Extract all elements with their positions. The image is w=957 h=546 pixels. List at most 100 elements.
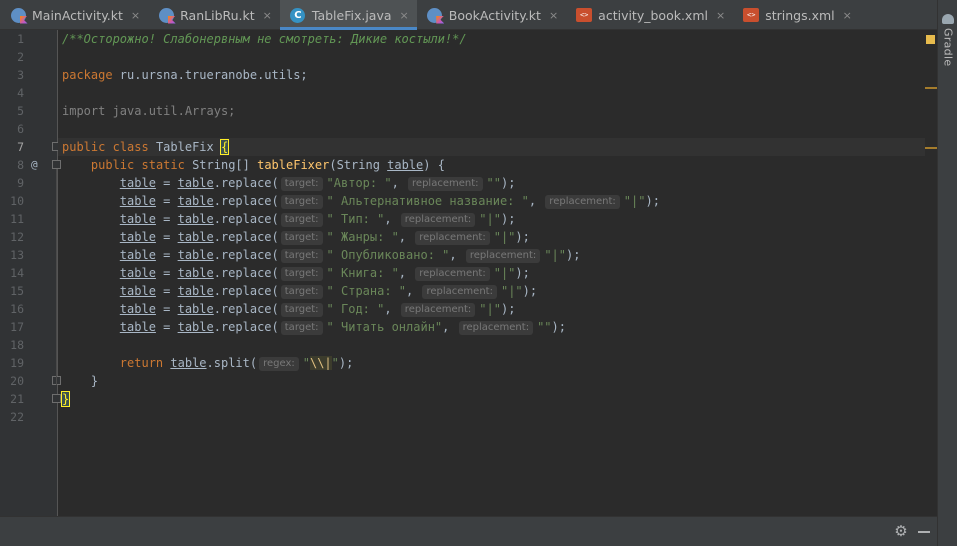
code-line[interactable]: return table.split(regex: "\\|"); (58, 354, 925, 372)
inspection-status-icon[interactable] (926, 35, 935, 44)
operator: = (155, 248, 178, 262)
code-line[interactable]: table = table.replace(target: "Автор: ", … (58, 174, 925, 192)
parameter-hint: replacement: (415, 267, 490, 281)
regex-literal: \\| (309, 356, 332, 370)
code-token: , (398, 230, 414, 244)
override-marker-icon[interactable]: @ (31, 156, 38, 174)
code-line[interactable]: table = table.replace(target: " Год: ", r… (58, 300, 925, 318)
editor-tab[interactable]: C TableFix.java × (279, 0, 417, 30)
string-literal: "|" (544, 248, 566, 262)
method-call: .replace( (213, 266, 279, 280)
line-number: 19 (10, 356, 24, 370)
code-text: public class TableFix { (62, 138, 230, 156)
code-area[interactable]: /**Осторожно! Слабонервным не смотреть: … (58, 30, 925, 516)
doc-comment: /**Осторожно! Слабонервным не смотреть: … (62, 32, 467, 46)
minus-icon[interactable] (918, 531, 930, 533)
return-type: String[] (184, 158, 258, 172)
code-text: table = table.replace(target: " Страна: "… (62, 282, 537, 300)
code-text: table = table.replace(target: " Тип: ", r… (62, 210, 515, 228)
code-text: /**Осторожно! Слабонервным не смотреть: … (62, 30, 467, 48)
string-literal: "|" (479, 302, 501, 316)
code-line[interactable]: import java.util.Arrays; (58, 102, 925, 120)
parameter-hint: target: (280, 303, 323, 317)
code-line[interactable]: public static String[] tableFixer(String… (58, 156, 925, 174)
code-token: , (398, 266, 414, 280)
tab-label: strings.xml (765, 7, 835, 23)
method-call: .replace( (213, 212, 279, 226)
method-call: .replace( (213, 248, 279, 262)
line-number: 5 (17, 104, 24, 118)
code-line[interactable]: package ru.ursna.trueranobe.utils; (58, 66, 925, 84)
variable: table (119, 212, 156, 226)
code-line[interactable]: } (58, 372, 925, 390)
code-line[interactable]: table = table.replace(target: " Жанры: ",… (58, 228, 925, 246)
line-number: 15 (10, 284, 24, 298)
code-line[interactable]: table = table.replace(target: " Страна: "… (58, 282, 925, 300)
variable: table (177, 176, 214, 190)
line-number: 1 (17, 32, 24, 46)
fold-range-line (56, 169, 57, 385)
operator: = (155, 176, 178, 190)
code-text: table = table.replace(target: " Альтернат… (62, 192, 660, 210)
close-icon[interactable]: × (843, 9, 852, 22)
code-text: table = table.replace(target: " Год: ", r… (62, 300, 515, 318)
string-literal: " Страна: " (326, 284, 407, 298)
code-line[interactable]: table = table.replace(target: " Читать он… (58, 318, 925, 336)
parameter-hint: target: (280, 321, 323, 335)
code-token: ); (522, 284, 538, 298)
code-line[interactable]: /**Осторожно! Слабонервным не смотреть: … (58, 30, 925, 48)
matched-brace: } (60, 391, 71, 407)
code-text: return table.split(regex: "\\|"); (62, 354, 353, 372)
method-call: .replace( (213, 176, 279, 190)
string-literal: " Жанры: " (326, 230, 399, 244)
code-token: ); (500, 302, 516, 316)
variable: table (177, 320, 214, 334)
code-token: , (449, 248, 464, 262)
line-number: 17 (10, 320, 24, 334)
code-token: ); (515, 266, 530, 280)
editor-tab[interactable]: RanLibRu.kt × (148, 0, 280, 30)
close-icon[interactable]: × (716, 9, 725, 22)
scroll-marker[interactable] (925, 147, 937, 149)
line-number: 20 (10, 374, 24, 388)
editor-tab[interactable]: <> activity_book.xml × (566, 0, 733, 30)
editor-tab[interactable]: <> strings.xml × (733, 0, 860, 30)
gear-icon[interactable]: ⚙ (893, 523, 909, 539)
parameter-hint: replacement: (465, 249, 541, 263)
string-literal: " Книга: " (326, 266, 399, 280)
code-line[interactable]: } (58, 390, 925, 408)
close-icon[interactable]: × (263, 9, 272, 22)
method-call: .replace( (213, 230, 279, 244)
operator: = (155, 194, 178, 208)
editor-tab[interactable]: MainActivity.kt × (0, 0, 148, 30)
operator: = (155, 212, 178, 226)
editor-gutter[interactable]: 1 2 3 4 5 6 7 8 9 10 11 12 13 14 15 16 17 18 19 20 21 22 @ (0, 30, 61, 516)
gradle-tool-button[interactable]: Gradle (940, 14, 956, 66)
parameter-hint: target: (280, 231, 323, 245)
close-icon[interactable]: × (131, 9, 140, 22)
line-number: 22 (10, 410, 24, 424)
line-number: 21 (10, 392, 24, 406)
line-number: 9 (17, 176, 24, 190)
xml-file-icon: <> (576, 7, 593, 23)
string-literal: "|" (493, 230, 516, 244)
code-line[interactable]: table = table.replace(target: " Книга: ",… (58, 264, 925, 282)
editor-scrollbar[interactable] (925, 30, 937, 516)
variable: table (177, 284, 214, 298)
matched-brace: { (219, 139, 230, 155)
code-editor[interactable]: 1 2 3 4 5 6 7 8 9 10 11 12 13 14 15 16 17 18 19 20 21 22 @ /**… (0, 30, 937, 516)
code-token: ); (515, 230, 530, 244)
close-icon[interactable]: × (549, 9, 558, 22)
parameter-hint: replacement: (415, 231, 490, 245)
import-name: java.util.Arrays; (105, 104, 236, 118)
code-line[interactable]: table = table.replace(target: " Опубликов… (58, 246, 925, 264)
close-icon[interactable]: × (400, 9, 409, 22)
code-line[interactable]: table = table.replace(target: " Тип: ", r… (58, 210, 925, 228)
line-number: 10 (10, 194, 24, 208)
editor-tab[interactable]: BookActivity.kt × (417, 0, 566, 30)
scroll-marker[interactable] (925, 87, 937, 89)
variable: table (119, 194, 156, 208)
code-line[interactable]: table = table.replace(target: " Альтернат… (58, 192, 925, 210)
code-line[interactable]: public class TableFix { (58, 138, 925, 156)
xml-file-icon: <> (743, 7, 760, 23)
